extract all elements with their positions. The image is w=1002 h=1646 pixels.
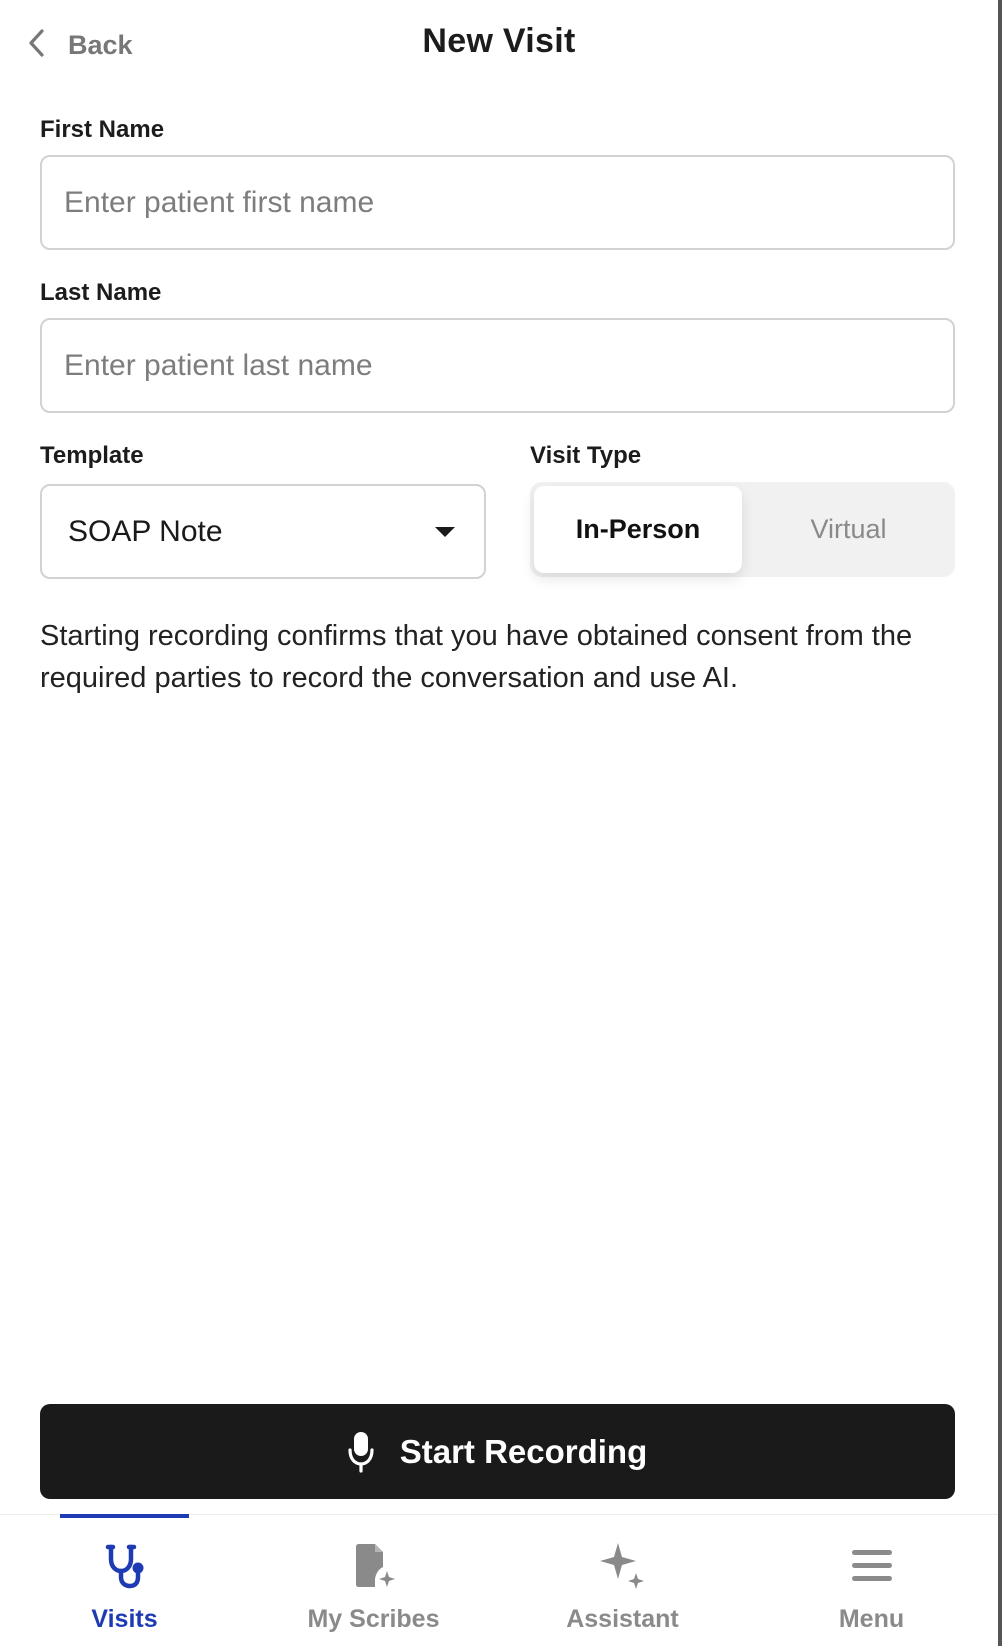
new-visit-screen: New Visit Back First Name Last Name Temp… xyxy=(0,0,1002,1646)
microphone-icon xyxy=(348,1431,374,1473)
stethoscope-icon xyxy=(98,1515,152,1593)
first-name-label: First Name xyxy=(40,116,165,143)
start-recording-button[interactable]: Start Recording xyxy=(40,1404,955,1499)
caret-down-icon xyxy=(434,525,456,539)
last-name-label: Last Name xyxy=(40,279,162,306)
visit-type-toggle: In-Person Virtual xyxy=(530,482,955,577)
nav-item-assistant[interactable]: Assistant xyxy=(498,1515,747,1646)
page-title: New Visit xyxy=(422,22,576,60)
template-label: Template xyxy=(40,442,144,469)
header: New Visit Back xyxy=(0,0,998,96)
nav-label-menu: Menu xyxy=(838,1605,905,1633)
start-recording-label: Start Recording xyxy=(399,1432,648,1470)
back-label: Back xyxy=(68,29,133,60)
nav-item-my-scribes[interactable]: My Scribes xyxy=(249,1515,498,1646)
document-sparkle-icon xyxy=(347,1515,401,1593)
visit-type-label: Visit Type xyxy=(530,442,642,469)
window-edge xyxy=(998,0,1002,1646)
nav-item-visits[interactable]: Visits xyxy=(0,1515,249,1646)
template-select[interactable]: SOAP Note xyxy=(40,484,486,579)
consent-notice: Starting recording confirms that you hav… xyxy=(40,620,913,694)
nav-label-my-scribes: My Scribes xyxy=(307,1605,440,1633)
nav-item-menu[interactable]: Menu xyxy=(747,1515,996,1646)
first-name-input[interactable] xyxy=(40,155,955,250)
visit-type-virtual[interactable]: Virtual xyxy=(746,486,951,573)
chevron-left-icon xyxy=(26,27,48,64)
bottom-navigation: Visits My Scribes Assistant Menu xyxy=(0,1514,998,1646)
last-name-input[interactable] xyxy=(40,318,955,413)
nav-label-assistant: Assistant xyxy=(566,1605,679,1633)
back-button[interactable]: Back xyxy=(26,22,133,68)
template-selected-value: SOAP Note xyxy=(68,514,223,548)
hamburger-menu-icon xyxy=(845,1515,899,1593)
nav-label-visits: Visits xyxy=(91,1605,158,1633)
sparkle-icon xyxy=(596,1515,650,1593)
visit-type-in-person[interactable]: In-Person xyxy=(534,486,742,573)
